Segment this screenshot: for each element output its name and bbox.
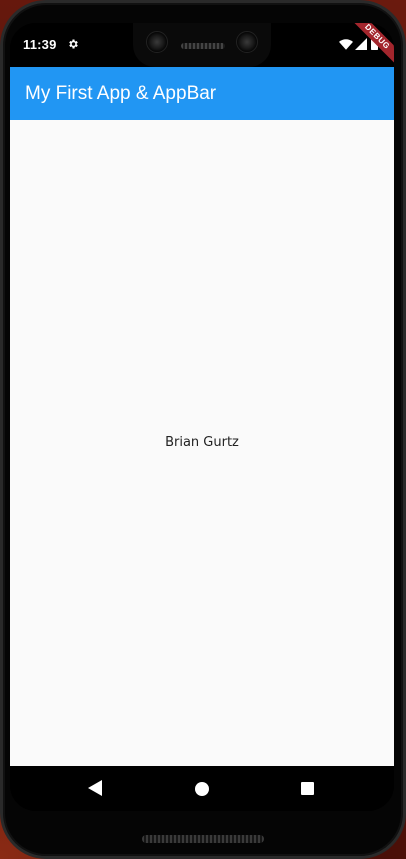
home-icon[interactable] xyxy=(195,782,209,796)
app-bar-title: My First App & AppBar xyxy=(25,83,217,104)
status-time: 11:39 xyxy=(23,37,57,52)
camera-notch xyxy=(133,23,271,67)
gear-icon xyxy=(69,39,78,49)
back-icon[interactable] xyxy=(88,780,102,796)
phone-frame: 11:39 My First App & AppBar DEBUG Brian … xyxy=(0,0,406,859)
recents-icon[interactable] xyxy=(301,782,314,795)
device-screen: 11:39 My First App & AppBar DEBUG Brian … xyxy=(10,23,394,811)
bottom-speaker xyxy=(142,835,264,843)
wifi-icon xyxy=(339,39,353,50)
earpiece-speaker xyxy=(181,43,225,49)
center-text: Brian Gurtz xyxy=(165,435,239,450)
signal-icon xyxy=(355,38,367,50)
navigation-bar xyxy=(10,766,394,811)
front-camera-left xyxy=(146,31,168,53)
app-bar: My First App & AppBar xyxy=(10,67,394,120)
main-body: Brian Gurtz xyxy=(10,120,394,766)
front-camera-right xyxy=(236,31,258,53)
